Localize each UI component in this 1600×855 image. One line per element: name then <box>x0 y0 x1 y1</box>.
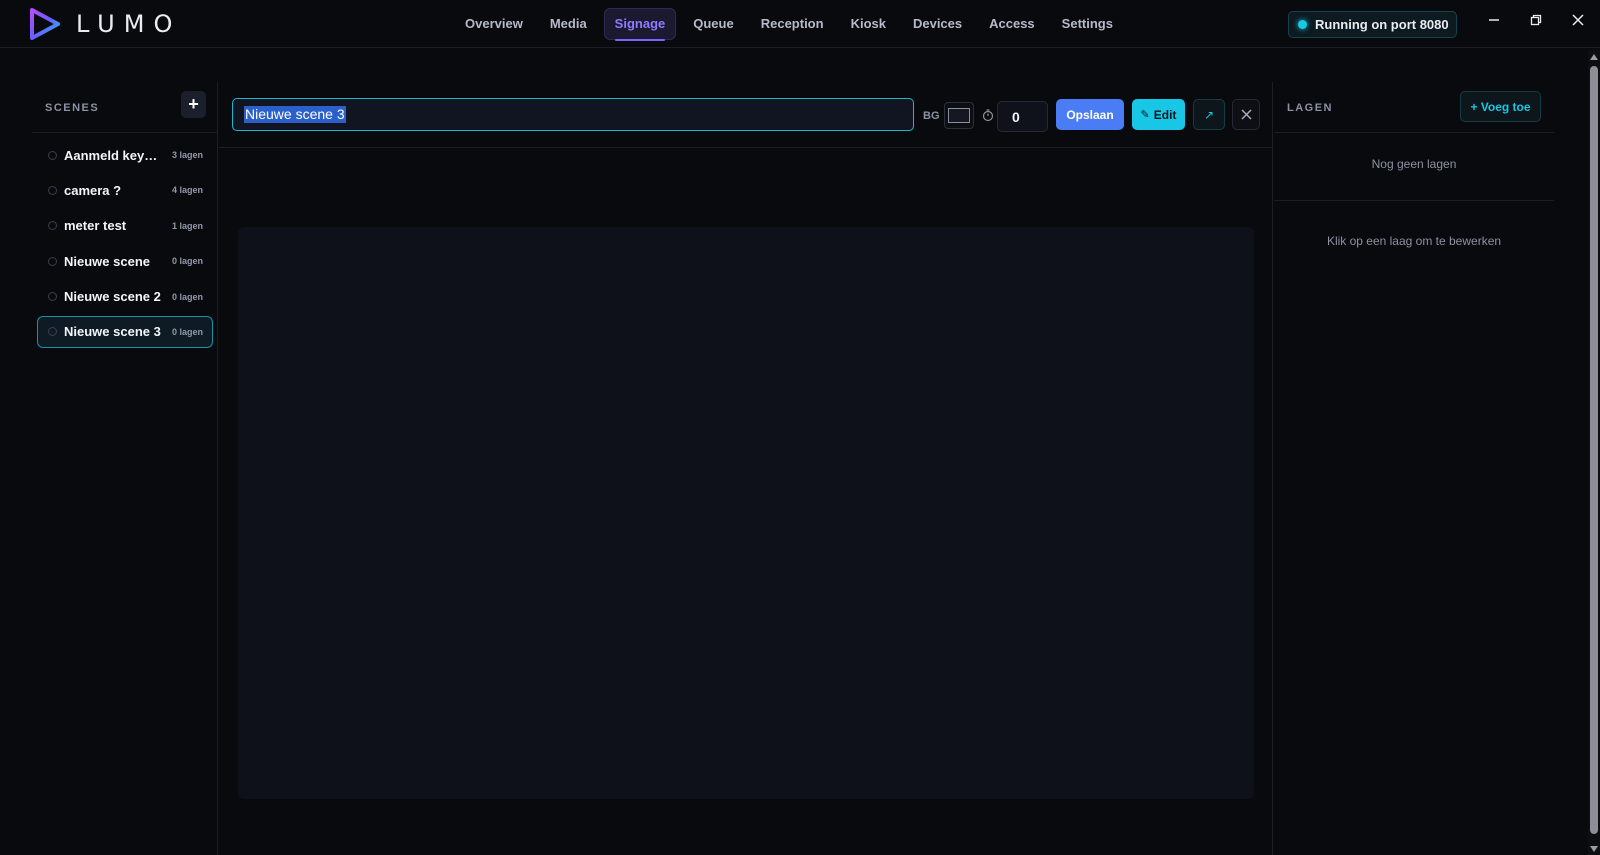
minimize-button[interactable] <box>1482 10 1506 30</box>
edit-button-label: Edit <box>1153 107 1177 122</box>
layers-panel: LAGEN + Voeg toe Nog geen lagen Klik op … <box>1274 82 1554 855</box>
scroll-down-icon[interactable] <box>1590 846 1598 852</box>
scene-name: Nieuwe scene 2 <box>64 289 161 305</box>
nav-kiosk[interactable]: Kiosk <box>841 8 896 40</box>
scenes-header: SCENES + <box>32 82 217 133</box>
scene-name: camera ? <box>64 182 122 198</box>
scene-title-input[interactable] <box>232 98 914 131</box>
app-logo[interactable]: LUMO <box>28 7 181 41</box>
minimize-icon <box>1489 19 1499 21</box>
pencil-icon: ✎ <box>1140 109 1150 121</box>
window-close-button[interactable] <box>1566 10 1590 30</box>
scene-item[interactable]: camera ? 4 lagen <box>37 174 213 206</box>
layers-title: LAGEN <box>1287 102 1333 114</box>
layer-hint-text: Klik op een laag om te bewerken <box>1326 234 1502 248</box>
scene-layer-count: 0 lagen <box>171 291 203 302</box>
main-nav: Overview Media Signage Queue Reception K… <box>455 8 1130 41</box>
scene-layer-count: 1 lagen <box>171 220 203 231</box>
scene-radio-icon <box>48 221 57 231</box>
status-dot-icon <box>1298 20 1307 29</box>
scene-radio-icon <box>48 150 57 160</box>
scene-layer-count: 0 lagen <box>171 256 203 267</box>
scene-editor: Nieuwe scene 3 BG Opslaan ✎ Edit ↗ <box>219 82 1273 855</box>
nav-signage[interactable]: Signage <box>603 8 677 41</box>
nav-access[interactable]: Access <box>979 8 1045 40</box>
scene-item-selected[interactable]: Nieuwe scene 3 0 lagen <box>37 315 213 348</box>
close-editor-button[interactable] <box>1232 99 1260 130</box>
top-bar: LUMO Overview Media Signage Queue Recept… <box>0 0 1600 48</box>
scene-name: Nieuwe scene <box>64 253 150 269</box>
scroll-up-icon[interactable] <box>1590 54 1598 60</box>
scene-item[interactable]: meter test 1 lagen <box>37 210 213 242</box>
nav-queue[interactable]: Queue <box>683 8 743 40</box>
scene-radio-icon <box>48 327 57 337</box>
scene-layer-count: 4 lagen <box>171 185 203 196</box>
scene-canvas[interactable] <box>238 227 1254 799</box>
layers-header: LAGEN + Voeg toe <box>1274 82 1554 133</box>
scene-name: Nieuwe scene 3 <box>64 324 161 340</box>
close-icon <box>1240 109 1252 120</box>
scenes-title: SCENES <box>45 102 100 114</box>
app-brand-name: LUMO <box>76 10 182 38</box>
scene-radio-icon <box>48 292 57 302</box>
scene-name: Aanmeld keyp… <box>64 147 164 163</box>
scene-item[interactable]: Nieuwe scene 2 0 lagen <box>37 281 213 313</box>
nav-reception[interactable]: Reception <box>751 8 834 40</box>
duration-input[interactable] <box>997 101 1048 132</box>
scroll-thumb[interactable] <box>1590 66 1598 834</box>
scenes-sidebar: SCENES + Aanmeld keyp… 3 lagen camera ? … <box>32 82 218 855</box>
bg-label: BG <box>923 110 940 122</box>
play-logo-icon <box>30 8 60 40</box>
edit-button[interactable]: ✎ Edit <box>1132 99 1185 130</box>
save-button[interactable]: Opslaan <box>1056 99 1124 130</box>
scene-item[interactable]: Nieuwe scene 0 lagen <box>37 245 213 277</box>
scene-layer-count: 0 lagen <box>171 326 203 337</box>
scene-item[interactable]: Aanmeld keyp… 3 lagen <box>37 139 213 171</box>
nav-settings[interactable]: Settings <box>1052 8 1123 40</box>
add-layer-button[interactable]: + Voeg toe <box>1460 91 1541 122</box>
scene-radio-icon <box>48 256 57 266</box>
nav-devices[interactable]: Devices <box>903 8 972 40</box>
scene-radio-icon <box>48 185 57 195</box>
vertical-scrollbar[interactable] <box>1588 50 1600 855</box>
scene-list: Aanmeld keyp… 3 lagen camera ? 4 lagen m… <box>37 139 213 351</box>
server-status-text: Running on port 8080 <box>1315 17 1449 32</box>
external-link-icon: ↗ <box>1203 107 1215 122</box>
bg-color-swatch <box>948 108 970 123</box>
server-status-badge: Running on port 8080 <box>1288 11 1457 38</box>
bg-color-picker[interactable] <box>944 102 974 129</box>
restore-icon <box>1530 14 1542 26</box>
scene-name: meter test <box>64 218 127 234</box>
empty-layers-text: Nog geen lagen <box>1274 133 1554 201</box>
nav-media[interactable]: Media <box>540 8 597 40</box>
timer-icon <box>982 109 994 122</box>
open-external-button[interactable]: ↗ <box>1193 99 1225 130</box>
add-scene-button[interactable]: + <box>181 91 206 118</box>
close-icon <box>1572 14 1584 26</box>
editor-toolbar: Nieuwe scene 3 BG Opslaan ✎ Edit ↗ <box>219 82 1272 148</box>
restore-button[interactable] <box>1524 10 1548 30</box>
nav-overview[interactable]: Overview <box>455 8 533 40</box>
scene-layer-count: 3 lagen <box>171 150 203 160</box>
